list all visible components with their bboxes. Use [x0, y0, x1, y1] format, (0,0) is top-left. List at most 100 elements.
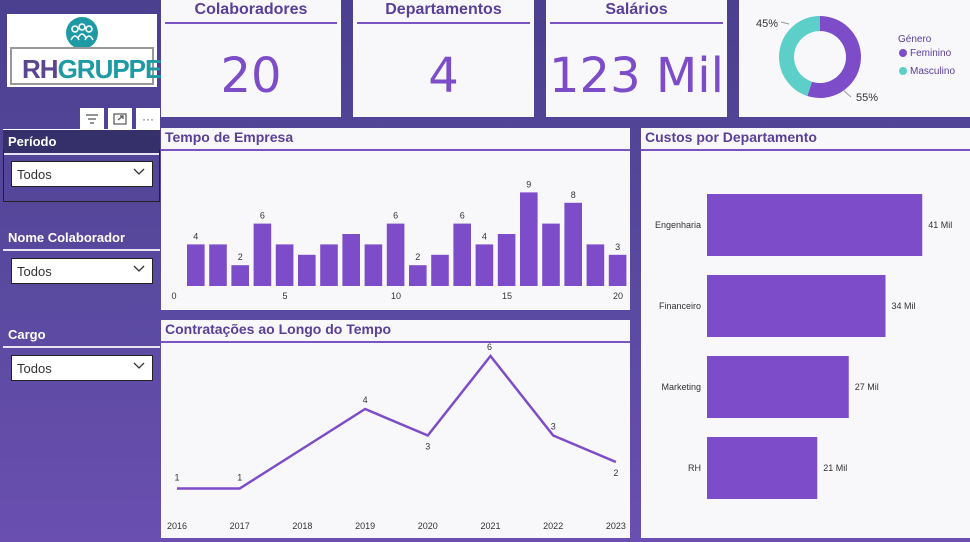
kpi-title: Colaboradores	[194, 1, 308, 18]
kpi-departamentos: Departamentos 4	[353, 0, 534, 117]
x-tick-label: 2022	[543, 521, 563, 531]
bar	[564, 202, 582, 286]
kpi-colaboradores: Colaboradores 20	[161, 0, 341, 117]
data-label: 6	[393, 211, 398, 221]
slicer-nome-value: Todos	[17, 264, 52, 279]
data-label: 1	[237, 473, 242, 483]
donut-label-feminino: 55%	[856, 92, 878, 104]
x-tick-label: 2017	[230, 521, 250, 531]
x-tick-label: 2019	[355, 521, 375, 531]
x-tick-label: 5	[282, 291, 287, 301]
filter-icon[interactable]	[80, 108, 104, 129]
kpi-title: Departamentos	[385, 1, 502, 18]
data-label: 4	[193, 231, 198, 241]
logo-rh: RH	[22, 54, 59, 84]
leader-line	[780, 21, 790, 25]
category-label: Engenharia	[655, 220, 701, 230]
custos-panel: Custos por Departamento Engenharia 41 Mil…	[641, 128, 970, 538]
tempo-empresa-chart: 4 2 6 6 2 6 4 9 8 3 0 5 10 15 20	[171, 179, 627, 301]
legend-marker-feminino	[899, 49, 907, 57]
data-label: 34 Mil	[892, 301, 916, 311]
kpi-salarios: Salários 123 Mil	[546, 0, 727, 117]
bar	[707, 275, 886, 337]
x-tick-label: 0	[171, 291, 176, 301]
bar	[320, 244, 338, 286]
contratacoes-panel: Contratações ao Longo do Tempo 1 1 4 3 6 3 2 20…	[161, 320, 630, 538]
slicer-periodo-dropdown[interactable]: Todos	[11, 161, 153, 187]
data-label: 4	[482, 231, 487, 241]
bar	[707, 356, 849, 418]
bar	[342, 234, 360, 286]
bar	[542, 223, 560, 286]
bar	[608, 254, 627, 286]
bar	[187, 244, 205, 286]
legend-title: Género	[898, 34, 932, 45]
kpi-value: 123 Mil	[549, 48, 724, 104]
more-options-icon[interactable]: ···	[136, 108, 160, 129]
logo: RHGRUPPE	[7, 14, 162, 87]
bar	[209, 244, 227, 286]
data-label: 6	[487, 342, 492, 352]
bar	[386, 223, 405, 286]
x-tick-label: 10	[391, 291, 401, 301]
kpi-title: Salários	[605, 1, 668, 18]
data-label: 8	[571, 190, 576, 200]
bar	[586, 244, 605, 286]
data-label: 3	[551, 422, 556, 432]
tempo-empresa-panel: Tempo de Empresa 4 2 6 6 2 6 4 9 8 3 0 5 10 15 20	[161, 128, 630, 310]
kpi-value: 4	[428, 48, 459, 104]
bar	[275, 244, 294, 286]
slicer-nome-dropdown[interactable]: Todos	[11, 258, 153, 284]
bar	[364, 244, 383, 286]
data-label: 3	[615, 242, 620, 252]
chevron-down-icon	[133, 362, 145, 369]
category-label: RH	[688, 463, 701, 473]
legend-label-feminino: Feminino	[910, 48, 952, 59]
data-label: 6	[260, 211, 265, 221]
data-label: 41 Mil	[928, 220, 952, 230]
data-label: 2	[415, 252, 420, 262]
x-tick-label: 20	[613, 291, 623, 301]
data-label: 2	[238, 252, 243, 262]
slicer-cargo-value: Todos	[17, 361, 52, 376]
x-tick-label: 2018	[292, 521, 312, 531]
custos-chart: Engenharia 41 Mil Financeiro 34 Mil Marketin…	[655, 194, 952, 499]
data-label: 3	[425, 442, 430, 452]
bar	[253, 223, 272, 286]
x-tick-label: 2023	[606, 521, 626, 531]
team-logo-icon	[66, 17, 98, 49]
x-tick-label: 15	[502, 291, 512, 301]
data-label: 27 Mil	[855, 382, 879, 392]
logo-wordmark: RHGRUPPE	[10, 47, 162, 85]
bar	[707, 437, 818, 499]
gender-donut-panel: 55% 45% Género Feminino Masculino	[739, 0, 970, 117]
slicer-periodo-value: Todos	[17, 167, 52, 182]
legend-label-masculino: Masculino	[910, 66, 955, 77]
focus-mode-icon[interactable]	[108, 108, 132, 129]
data-label: 1	[174, 473, 179, 483]
bar	[707, 194, 923, 256]
x-tick-label: 2020	[418, 521, 438, 531]
kpi-value: 20	[220, 48, 282, 104]
slicer-nome-title: Nome Colaborador	[3, 226, 160, 251]
donut-label-masculino: 45%	[756, 18, 778, 30]
bar	[453, 223, 471, 286]
bar	[409, 265, 427, 286]
slicer-cargo-dropdown[interactable]: Todos	[11, 355, 153, 381]
legend-marker-masculino	[899, 67, 907, 75]
bar	[475, 244, 494, 286]
gender-donut-chart: 55% 45% Género Feminino Masculino	[756, 16, 955, 104]
chevron-down-icon	[133, 168, 145, 175]
data-label: 2	[613, 468, 618, 478]
chevron-down-icon	[133, 265, 145, 272]
category-label: Marketing	[661, 382, 701, 392]
bar	[520, 192, 538, 286]
data-label: 6	[460, 211, 465, 221]
data-label: 21 Mil	[823, 463, 847, 473]
x-tick-label: 2016	[167, 521, 187, 531]
slicer-cargo-title: Cargo	[3, 323, 160, 348]
category-label: Financeiro	[659, 301, 701, 311]
data-label: 4	[363, 395, 368, 405]
leader-line	[842, 89, 852, 98]
logo-gruppe: GRUPPE	[57, 54, 163, 84]
